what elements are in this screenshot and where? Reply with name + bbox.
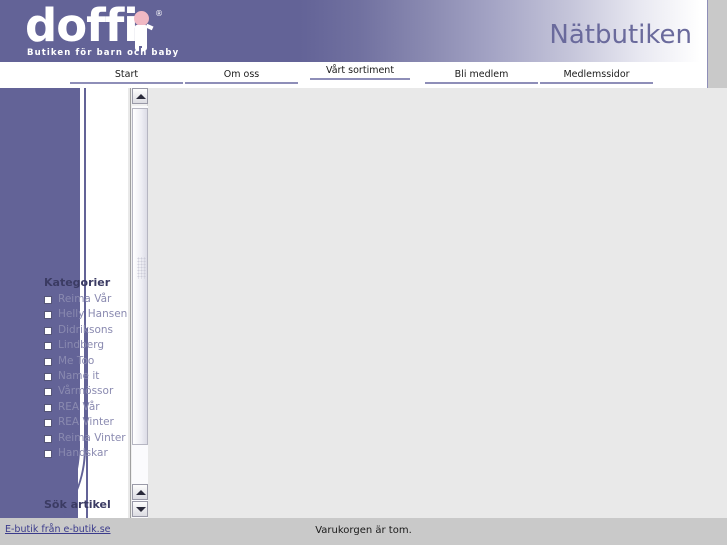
category-label: Me Too [58, 354, 95, 367]
footer-provider-link[interactable]: E-butik från e-butik.se [5, 524, 110, 535]
checkbox-icon[interactable] [44, 311, 52, 320]
category-item[interactable]: REA Vinter [44, 415, 128, 430]
category-item[interactable]: Reima Vår [44, 292, 128, 307]
scrollbar-down-button[interactable] [132, 501, 148, 517]
triangle-down-icon [136, 507, 146, 512]
main-content-area [149, 88, 727, 518]
category-label: Lindberg [58, 339, 105, 352]
category-item[interactable]: Handskar [44, 446, 128, 461]
sidebar-panel: Kategorier Reima Vår Helly Hansen Didrikso… [0, 88, 128, 518]
page-root: doffi ® Butiken för barn och baby Nätbut… [0, 0, 727, 545]
category-label: Reima Vinter [58, 431, 126, 444]
category-label: Didriksons [58, 323, 114, 336]
site-logo[interactable]: doffi ® Butiken för barn och baby [25, 0, 178, 58]
category-item[interactable]: Lindberg [44, 338, 128, 353]
categories-heading: Kategorier [44, 276, 111, 289]
category-label: REA Vinter [58, 416, 114, 429]
category-item[interactable]: Vårmössor [44, 384, 128, 399]
checkbox-icon[interactable] [44, 373, 52, 382]
category-item[interactable]: REA Vår [44, 400, 128, 415]
category-item[interactable]: Me Too [44, 354, 128, 369]
checkbox-icon[interactable] [44, 434, 52, 443]
checkbox-icon[interactable] [44, 357, 52, 366]
triangle-up-icon [136, 94, 146, 99]
category-item[interactable]: Helly Hansen [44, 307, 128, 322]
checkbox-icon[interactable] [44, 388, 52, 397]
nav-item-start[interactable]: Start [70, 69, 183, 84]
category-item[interactable]: Name it [44, 369, 128, 384]
main-navigation: Start Om oss Vårt sortiment Bli medlem Medle… [0, 62, 708, 88]
category-item[interactable]: Reima Vinter [44, 431, 128, 446]
category-label: Reima Vår [58, 293, 112, 305]
site-header: doffi ® Butiken för barn och baby Nätbut… [0, 0, 708, 62]
category-label: REA Vår [58, 400, 100, 413]
scrollbar-up-button[interactable] [132, 484, 148, 500]
category-label: Handskar [58, 447, 108, 460]
scrollbar-thumb[interactable] [132, 108, 148, 445]
content-area: Kategorier Reima Vår Helly Hansen Didrikso… [0, 88, 727, 545]
site-footer: Varukorgen är tom. E-butik från e-butik.… [0, 518, 727, 545]
logo-wordmark: doffi [25, 0, 139, 52]
category-label: Name it [58, 370, 100, 383]
scrollbar-up-button-top[interactable] [132, 88, 148, 104]
nav-item-bli-medlem[interactable]: Bli medlem [425, 69, 538, 84]
nav-item-medlemssidor[interactable]: Medlemssidor [540, 69, 653, 84]
triangle-up-icon [136, 490, 146, 495]
category-label: Helly Hansen [58, 308, 128, 321]
checkbox-icon[interactable] [44, 450, 52, 459]
logo-tagline: Butiken för barn och baby [27, 48, 180, 58]
categories-panel: Kategorier Reima Vår Helly Hansen Didrikso… [44, 276, 128, 461]
checkbox-icon[interactable] [44, 342, 52, 351]
page-title: Nätbutiken [549, 20, 692, 50]
nav-item-om-oss[interactable]: Om oss [185, 69, 298, 84]
scrollbar-grip-icon [137, 257, 146, 279]
search-article-heading: Sök artikel [44, 498, 111, 511]
category-item[interactable]: Didriksons [44, 323, 128, 338]
header-right-rule [707, 0, 708, 88]
checkbox-icon[interactable] [44, 296, 52, 304]
checkbox-icon[interactable] [44, 326, 52, 335]
checkbox-icon[interactable] [44, 419, 52, 428]
sidebar-scrollbar[interactable] [130, 88, 148, 545]
checkbox-icon[interactable] [44, 403, 52, 412]
category-label: Vårmössor [58, 385, 114, 398]
categories-list: Reima Vår Helly Hansen Didriksons Lindberg M… [44, 292, 128, 461]
nav-item-vårt-sortiment[interactable]: Vårt sortiment [310, 65, 410, 80]
registered-trademark-icon: ® [155, 9, 163, 18]
